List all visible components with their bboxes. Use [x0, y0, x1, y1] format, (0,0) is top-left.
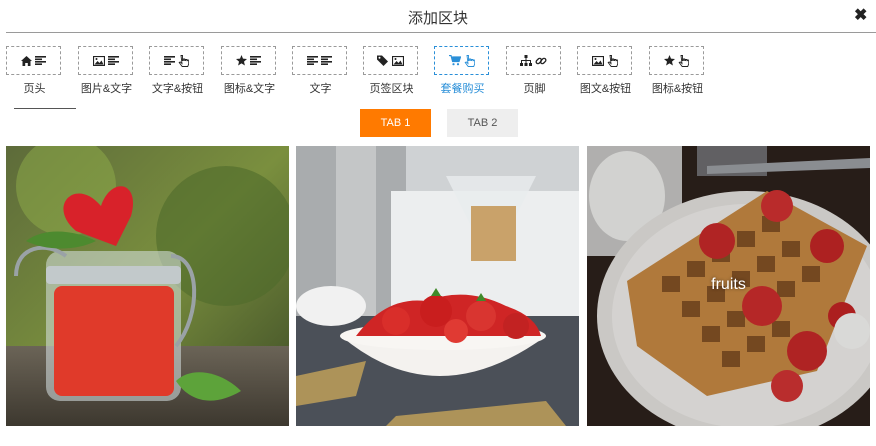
dialog-header: 添加区块 ✖ [0, 0, 876, 32]
block-text-button[interactable]: 文字&按钮 [149, 46, 206, 96]
block-label: 文字 [309, 83, 332, 95]
hand-pointer-icon [607, 54, 618, 67]
image-icon [92, 55, 105, 66]
block-text[interactable]: 文字 [292, 46, 349, 96]
block-footer[interactable]: 页脚 [506, 46, 563, 96]
block-header[interactable]: 页头 [6, 46, 63, 96]
block-image-text-icons [78, 46, 133, 75]
block-tabs[interactable]: 页签区块 [363, 46, 420, 96]
block-package-purchase[interactable]: 套餐购买 [434, 46, 491, 96]
cart-icon [448, 55, 461, 66]
image-icon [392, 55, 404, 66]
block-imagetext-button-icons [577, 46, 632, 75]
block-tabs-icons [363, 46, 418, 75]
photo-waffle[interactable]: fruits [587, 146, 870, 426]
align-left-icon [250, 56, 261, 65]
sitemap-icon [520, 55, 532, 66]
block-label: 页脚 [523, 83, 546, 95]
block-label: 图标&文字 [223, 83, 276, 95]
block-package-purchase-icons [434, 46, 489, 75]
star-icon [664, 55, 675, 66]
block-imagetext-button[interactable]: 图文&按钮 [577, 46, 634, 96]
block-header-icons [6, 46, 61, 75]
hand-pointer-icon [678, 54, 689, 67]
image-icon [591, 55, 604, 66]
photo-strawberry-bowl[interactable] [296, 146, 579, 426]
photo-heart-jar[interactable] [6, 146, 289, 426]
hand-pointer-icon [464, 54, 475, 67]
block-label: 图片&文字 [80, 83, 133, 95]
align-left-icon [107, 56, 119, 65]
block-text-icons [292, 46, 347, 75]
block-icon-button-icons [649, 46, 704, 75]
photo-caption: fruits [711, 276, 746, 293]
block-label: 页头 [23, 83, 46, 95]
star-icon [236, 55, 247, 66]
block-label: 页签区块 [369, 83, 414, 95]
align-left-icon [164, 56, 175, 65]
block-image-text[interactable]: 图片&文字 [78, 46, 135, 96]
category-underline [14, 108, 76, 109]
block-icon-text-icons [221, 46, 276, 75]
block-footer-icons [506, 46, 561, 75]
tags-icon [377, 55, 389, 66]
close-icon[interactable]: ✖ [854, 5, 867, 25]
tab-2[interactable]: TAB 2 [447, 109, 518, 137]
hand-pointer-icon [178, 54, 189, 67]
block-label: 图标&按钮 [651, 83, 704, 95]
photo-grid: fruits [6, 146, 870, 426]
link-icon [535, 55, 547, 67]
block-icon-button[interactable]: 图标&按钮 [649, 46, 706, 96]
home-icon [21, 55, 32, 66]
block-label: 套餐购买 [440, 83, 485, 95]
align-left-icon [35, 56, 46, 65]
block-type-list: 页头 图片&文字 文字&按钮 图标&文字 文字 页签区块 套餐购买 页脚 图文&… [6, 46, 876, 102]
dialog-title: 添加区块 [407, 10, 468, 27]
align-left-icon [321, 56, 332, 65]
block-icon-text[interactable]: 图标&文字 [221, 46, 278, 96]
header-divider [6, 32, 876, 33]
block-text-button-icons [149, 46, 204, 75]
align-left-icon [307, 56, 318, 65]
tab-1[interactable]: TAB 1 [360, 109, 431, 137]
block-label: 文字&按钮 [151, 83, 204, 95]
block-label: 图文&按钮 [579, 83, 632, 95]
